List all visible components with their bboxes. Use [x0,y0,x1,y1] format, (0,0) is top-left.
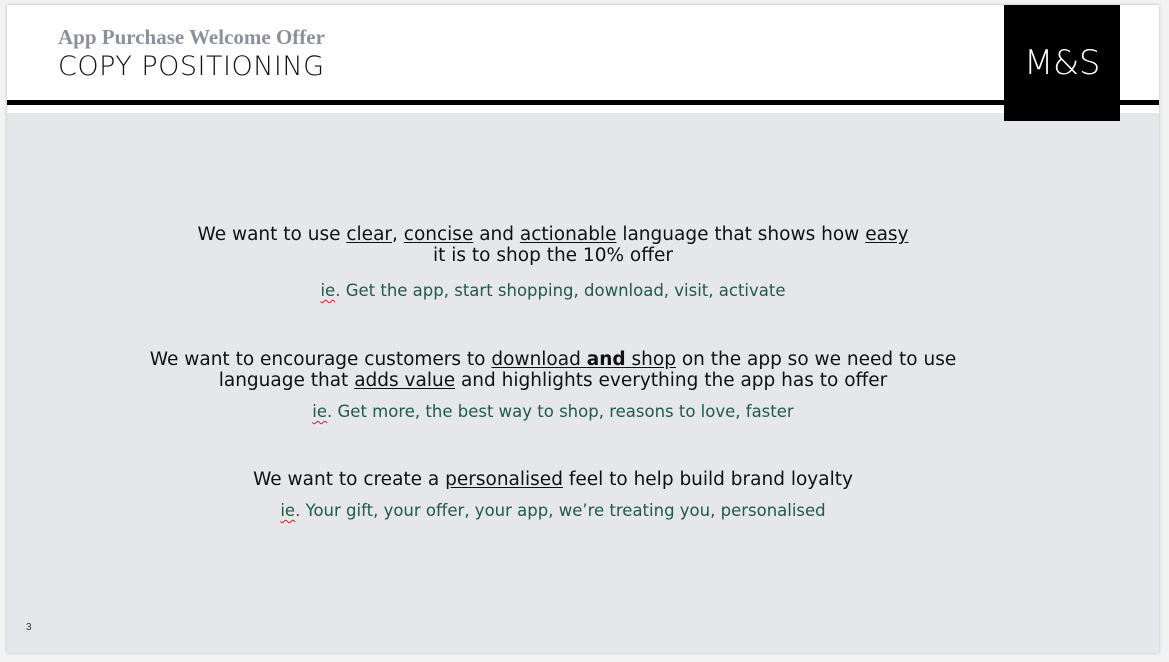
statement-line-2: it is to shop the 10% offer [433,245,673,266]
example-phrases: ie. Your gift, your offer, your app, we’… [7,501,1099,520]
text-run: feel to help build brand loyalty [562,469,853,490]
statement-line-1: We want to create a personalised feel to… [7,469,1099,490]
statement-text: We want to use clear, concise and action… [7,224,1099,266]
example-prefix: ie [312,402,328,421]
bold-keyword: and [586,349,626,370]
text-run: We want to create a [253,469,446,490]
positioning-block-add-value: We want to encourage customers to downlo… [7,349,1099,421]
statement-line-2: language that adds value and highlights … [7,370,1099,391]
underlined-keyword: adds value [354,370,456,391]
text-run: language that shows how [616,224,866,245]
positioning-block-personalised: We want to create a personalised feel to… [7,469,1099,520]
text-run: , [392,224,404,245]
logo-text: M&S [1024,43,1100,83]
text-run: and highlights everything the app has to… [455,370,888,391]
text-run: and [473,224,520,245]
slide-title: COPY POSITIONING [58,51,325,82]
statement-text: We want to create a personalised feel to… [7,469,1099,490]
slide-header: App Purchase Welcome Offer COPY POSITION… [7,5,1159,100]
slide-subtitle: App Purchase Welcome Offer [58,25,325,49]
statement-line-1: We want to use clear, concise and action… [7,224,1099,245]
underlined-keyword: download and shop [491,349,676,370]
brand-logo: M&S [1004,5,1120,121]
example-text: . Your gift, your offer, your app, we’re… [295,501,826,520]
page-number: 3 [26,622,32,633]
slide: App Purchase Welcome Offer COPY POSITION… [7,5,1159,653]
underlined-keyword: actionable [519,224,617,245]
statement-line-1: We want to encourage customers to downlo… [7,349,1099,370]
example-phrases: ie. Get more, the best way to shop, reas… [7,402,1099,421]
text-run: on the app so we need to use [675,349,957,370]
example-phrases: ie. Get the app, start shopping, downloa… [7,281,1099,300]
example-prefix: ie [320,281,336,300]
header-gap [7,105,1159,113]
statement-text: We want to encourage customers to downlo… [7,349,1099,391]
text-run: We want to encourage customers to [149,349,492,370]
example-prefix: ie [280,501,296,520]
text-run: download [491,349,587,370]
text-run: shop [625,349,676,370]
underlined-keyword: easy [865,224,909,245]
positioning-block-clear-language: We want to use clear, concise and action… [7,224,1099,300]
example-text: . Get the app, start shopping, download,… [335,281,786,300]
underlined-keyword: personalised [445,469,563,490]
text-run: language that [218,370,355,391]
example-text: . Get more, the best way to shop, reason… [327,402,794,421]
underlined-keyword: concise [403,224,474,245]
text-run: We want to use [197,224,347,245]
underlined-keyword: clear [346,224,393,245]
